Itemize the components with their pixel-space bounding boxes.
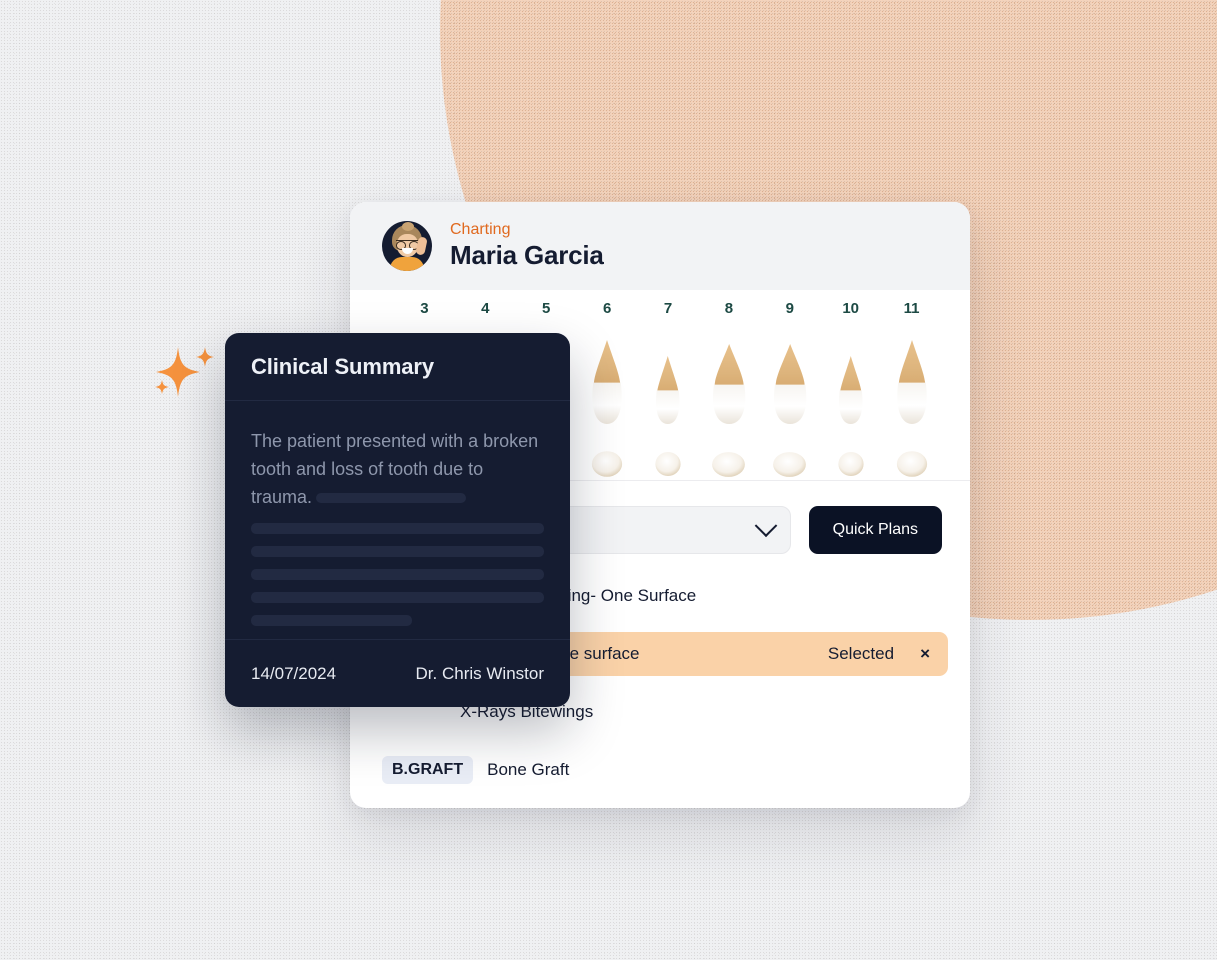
page-title: Maria Garcia [450, 239, 604, 270]
tooth-number-row: 3 4 5 6 7 8 9 10 11 [350, 300, 970, 322]
screen-root: Charting Maria Garcia 3 4 5 6 7 8 9 10 11 [0, 0, 1217, 960]
tooth-crown-8[interactable] [698, 449, 759, 480]
sparkle-icon [150, 335, 220, 405]
status-badge: Selected [827, 644, 895, 663]
clinical-summary-panel: Clinical Summary The patient presented w… [225, 333, 570, 707]
tooth-crown-6[interactable] [577, 448, 638, 480]
tooth-number-11[interactable]: 11 [881, 300, 942, 322]
tooth-number-6[interactable]: 6 [577, 300, 638, 322]
tooth-number-8[interactable]: 8 [698, 300, 759, 322]
tooth-root-9[interactable] [759, 332, 820, 424]
section-kicker: Charting [450, 221, 511, 239]
tooth-root-10[interactable] [820, 332, 881, 424]
tooth-number-10[interactable]: 10 [820, 300, 881, 322]
summary-footer: 14/07/2024 Dr. Chris Winstor [225, 639, 570, 707]
tooth-number-4[interactable]: 4 [455, 300, 516, 322]
treatment-row[interactable]: B.GRAFT Bone Graft [372, 748, 948, 792]
summary-header: Clinical Summary [225, 333, 570, 401]
skeleton-lines [251, 523, 544, 626]
treatment-code-badge: B.GRAFT [382, 756, 474, 784]
summary-title: Clinical Summary [251, 353, 435, 379]
skeleton-line [251, 615, 413, 626]
tooth-root-7[interactable] [638, 332, 699, 424]
treatment-name: Bone Graft [487, 760, 570, 779]
tooth-root-11[interactable] [881, 332, 942, 424]
tooth-crown-10[interactable] [820, 449, 881, 479]
summary-date: 14/07/2024 [251, 663, 337, 683]
skeleton-line [251, 523, 544, 534]
skeleton-line [251, 569, 544, 580]
header-text: Charting Maria Garcia [450, 221, 604, 270]
tooth-crown-11[interactable] [881, 448, 942, 480]
skeleton-line [251, 592, 544, 603]
tooth-number-9[interactable]: 9 [759, 300, 820, 322]
tooth-number-3[interactable]: 3 [394, 300, 455, 322]
summary-text: The patient presented with a broken toot… [251, 427, 544, 511]
quick-plans-button[interactable]: Quick Plans [808, 506, 942, 554]
summary-author: Dr. Chris Winstor [415, 663, 544, 683]
tooth-root-6[interactable] [577, 332, 638, 424]
skeleton-inline [316, 493, 467, 504]
tooth-crown-7[interactable] [638, 449, 699, 479]
tooth-number-5[interactable]: 5 [516, 300, 577, 322]
avatar [382, 221, 432, 271]
summary-body: The patient presented with a broken toot… [225, 401, 570, 639]
tooth-number-7[interactable]: 7 [638, 300, 699, 322]
chevron-down-icon [754, 514, 777, 538]
tooth-root-8[interactable] [698, 332, 759, 424]
tooth-crown-9[interactable] [759, 449, 820, 480]
card-header: Charting Maria Garcia [350, 202, 970, 290]
close-icon[interactable]: × [920, 644, 930, 664]
skeleton-line [251, 546, 544, 557]
